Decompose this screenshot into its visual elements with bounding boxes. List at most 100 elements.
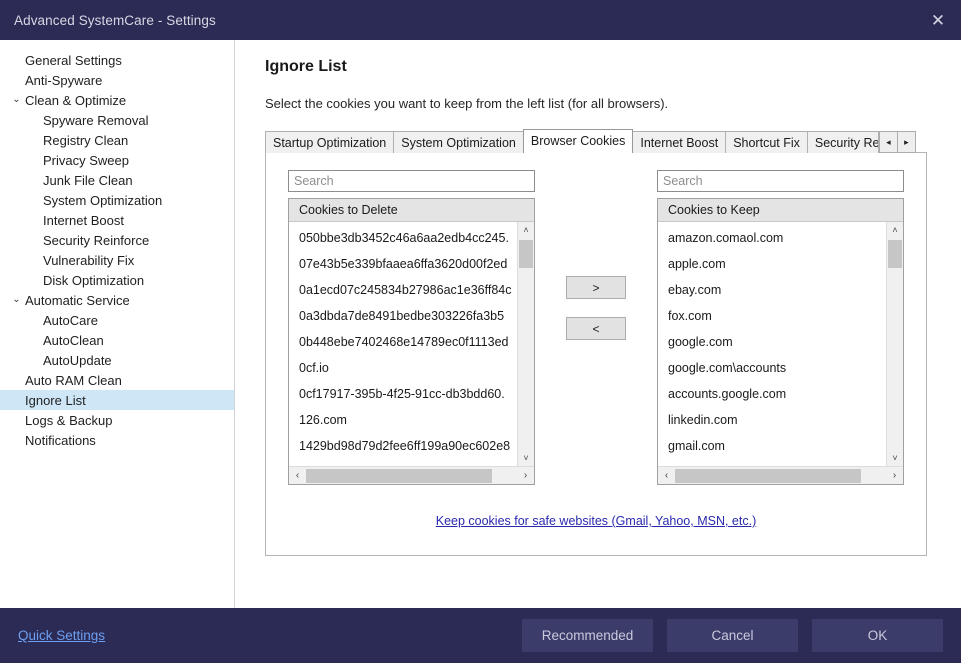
list-item[interactable]: 0b448ebe7402468e14789ec0f1113ed [289,329,517,355]
scroll-left-icon[interactable]: ‹ [289,468,306,484]
horizontal-scroll-thumb-keep[interactable] [675,468,861,483]
sidebar-item-label: Anti-Spyware [25,72,103,88]
chevron-down-icon[interactable]: ⌄ [8,295,25,305]
recommended-button[interactable]: Recommended [522,619,653,652]
quick-settings-link[interactable]: Quick Settings [18,628,105,643]
sidebar-item-auto-ram-clean[interactable]: Auto RAM Clean [0,370,234,390]
list-item[interactable]: fox.com [658,303,886,329]
keep-safe-cookies-link[interactable]: Keep cookies for safe websites (Gmail, Y… [436,514,757,528]
cookies-to-keep-items[interactable]: amazon.comaol.com apple.com ebay.com fox.co… [658,222,886,466]
chevron-left-icon[interactable]: ◂ [878,131,898,153]
tab-scroll-buttons: ◂ ▸ [878,131,916,153]
tab-system-optimization[interactable]: System Optimization [393,131,524,153]
vertical-scroll-track-delete[interactable] [518,238,534,450]
main-content: Ignore List Select the cookies you want … [235,40,961,608]
sidebar-item-anti-spyware[interactable]: Anti-Spyware [0,70,234,90]
search-input-delete[interactable] [288,170,535,192]
list-item[interactable]: 0cf17917-395b-4f25-91cc-db3bdd60. [289,381,517,407]
sidebar-item-label: AutoUpdate [43,352,112,368]
horizontal-scrollbar-delete[interactable]: ‹ › [289,466,534,484]
window-body: General Settings Anti-Spyware ⌄ Clean & Opt… [0,40,961,608]
scroll-left-icon[interactable]: ‹ [658,468,675,484]
sidebar-item-clean-optimize[interactable]: ⌄ Clean & Optimize [0,90,234,110]
sidebar-item-ignore-list[interactable]: Ignore List [0,390,234,410]
transfer-buttons: > < [546,170,646,485]
list-item[interactable]: 0cf.io [289,355,517,381]
tab-strip: Startup Optimization System Optimization B… [265,129,927,153]
list-item[interactable]: 126.com [289,407,517,433]
sidebar-item-label: Clean & Optimize [25,92,127,108]
vertical-scrollbar-keep[interactable]: ˄ ˅ [886,222,903,466]
vertical-scroll-track-keep[interactable] [887,238,903,450]
sidebar-item-label: Internet Boost [43,212,124,228]
sidebar-item-registry-clean[interactable]: Registry Clean [0,130,234,150]
cancel-button[interactable]: Cancel [667,619,798,652]
list-item[interactable]: 0a1ecd07c245834b27986ac1e36ff84c [289,277,517,303]
list-item[interactable]: apple.com [658,251,886,277]
vertical-scroll-thumb-delete[interactable] [519,240,533,268]
tab-shortcut-fix[interactable]: Shortcut Fix [725,131,808,153]
list-item[interactable]: accounts.google.com [658,381,886,407]
sidebar-item-system-optimization[interactable]: System Optimization [0,190,234,210]
scroll-up-icon[interactable]: ˄ [518,222,534,238]
scroll-right-icon[interactable]: › [517,468,534,484]
list-item[interactable]: google.com [658,329,886,355]
vertical-scrollbar-delete[interactable]: ˄ ˅ [517,222,534,466]
sidebar-item-automatic-service[interactable]: ⌄ Automatic Service [0,290,234,310]
page-subtitle: Select the cookies you want to keep from… [265,96,669,111]
sidebar-item-spyware-removal[interactable]: Spyware Removal [0,110,234,130]
tab-security-reinforce[interactable]: Security Reinforce [806,131,879,153]
move-left-button[interactable]: < [566,317,626,340]
tab-internet-boost[interactable]: Internet Boost [632,131,727,153]
list-item[interactable]: 050bbe3db3452c46a6aa2edb4cc245. [289,225,517,251]
scroll-down-icon[interactable]: ˅ [518,450,534,466]
list-item[interactable]: 1429bd98d79d2fee6ff199a90ec602e8 [289,433,517,459]
list-item[interactable]: gmail.com [658,433,886,459]
sidebar-item-autoupdate[interactable]: AutoUpdate [0,350,234,370]
tab-startup-optimization[interactable]: Startup Optimization [265,131,395,153]
sidebar-item-label: AutoCare [43,312,98,328]
sidebar-item-label: Logs & Backup [25,412,113,428]
ok-button[interactable]: OK [812,619,943,652]
sidebar-item-junk-file-clean[interactable]: Junk File Clean [0,170,234,190]
list-item[interactable]: google.com\accounts [658,355,886,381]
horizontal-scroll-track-delete[interactable] [306,468,517,484]
list-item[interactable]: 07e43b5e339bfaaea6ffa3620d00f2ed [289,251,517,277]
list-item[interactable]: amazon.comaol.com [658,225,886,251]
sidebar-item-notifications[interactable]: Notifications [0,430,234,450]
close-icon[interactable]: ✕ [915,0,961,40]
sidebar-item-autoclean[interactable]: AutoClean [0,330,234,350]
dialog-buttons: Recommended Cancel OK [522,619,943,652]
vertical-scroll-thumb-keep[interactable] [888,240,902,268]
sidebar-item-internet-boost[interactable]: Internet Boost [0,210,234,230]
move-right-button[interactable]: > [566,276,626,299]
horizontal-scrollbar-keep[interactable]: ‹ › [658,466,903,484]
sidebar-item-vulnerability-fix[interactable]: Vulnerability Fix [0,250,234,270]
sidebar-item-disk-optimization[interactable]: Disk Optimization [0,270,234,290]
chevron-down-icon[interactable]: ⌄ [8,95,25,105]
sidebar-item-logs-backup[interactable]: Logs & Backup [0,410,234,430]
chevron-right-icon[interactable]: ▸ [896,131,916,153]
list-item[interactable]: ebay.com [658,277,886,303]
tab-browser-cookies[interactable]: Browser Cookies [522,129,634,153]
scroll-right-icon[interactable]: › [886,468,903,484]
sidebar-item-privacy-sweep[interactable]: Privacy Sweep [0,150,234,170]
horizontal-scroll-track-keep[interactable] [675,468,886,484]
horizontal-scroll-thumb-delete[interactable] [306,468,492,483]
sidebar-item-label: Junk File Clean [43,172,133,188]
search-input-keep[interactable] [657,170,904,192]
sidebar-item-label: Disk Optimization [43,272,145,288]
sidebar-item-label: Spyware Removal [43,112,149,128]
list-item[interactable]: linkedin.com [658,407,886,433]
window-title: Advanced SystemCare - Settings [14,12,216,28]
cookies-to-delete-listbox: Cookies to Delete 050bbe3db3452c46a6aa2e… [288,198,535,485]
sidebar-item-label: Auto RAM Clean [25,372,122,388]
list-item[interactable]: 0a3dbda7de8491bedbe303226fa3b5 [289,303,517,329]
sidebar-item-autocare[interactable]: AutoCare [0,310,234,330]
scroll-down-icon[interactable]: ˅ [887,450,903,466]
cookies-to-delete-items[interactable]: 050bbe3db3452c46a6aa2edb4cc245. 07e43b5e3… [289,222,517,466]
sidebar-item-general-settings[interactable]: General Settings [0,50,234,70]
sidebar-item-security-reinforce[interactable]: Security Reinforce [0,230,234,250]
list-header-keep: Cookies to Keep [658,199,903,222]
scroll-up-icon[interactable]: ˄ [887,222,903,238]
